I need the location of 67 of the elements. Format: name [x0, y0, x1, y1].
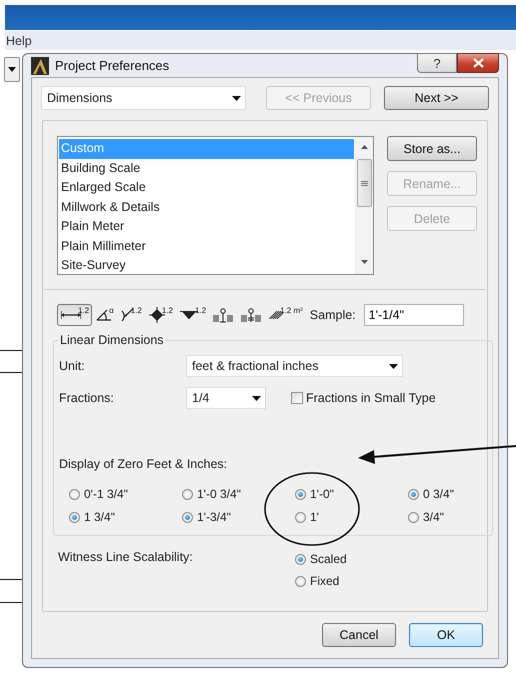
zero-display-label: Display of Zero Feet & Inches: — [59, 457, 228, 471]
group-title: Linear Dimensions — [58, 333, 166, 347]
fractions-label: Fractions: — [59, 391, 115, 405]
radio-label: 0'-1 3/4" — [84, 487, 128, 501]
radio-button[interactable] — [69, 488, 80, 500]
list-item[interactable]: Plain Meter — [59, 217, 354, 236]
sample-label: Sample: — [310, 308, 356, 322]
scroll-down-icon[interactable] — [361, 260, 368, 264]
checkbox[interactable] — [291, 392, 303, 404]
close-icon — [472, 58, 484, 68]
radio-label: Scaled — [310, 552, 347, 566]
radio-button[interactable] — [295, 576, 306, 586]
radio-button[interactable] — [69, 512, 80, 522]
radio-button[interactable] — [408, 488, 419, 500]
preset-button[interactable]: Store as... — [387, 136, 477, 161]
caret-icon — [8, 67, 16, 72]
dimension-type-icon — [96, 309, 112, 321]
caret-icon — [252, 396, 261, 400]
radio-button[interactable] — [182, 488, 193, 500]
list-item[interactable]: Site-Survey — [59, 256, 354, 276]
scroll-thumb[interactable] — [357, 159, 372, 207]
dialog-button[interactable]: Cancel — [322, 623, 396, 647]
caret-icon — [389, 364, 398, 368]
radio-label: 3/4" — [423, 510, 444, 524]
list-item[interactable]: Millwork & Details — [59, 198, 354, 217]
radio-button[interactable] — [182, 512, 193, 522]
list-item[interactable]: Plain Millimeter — [59, 236, 354, 256]
dimension-type-icon — [213, 308, 234, 322]
radio-button[interactable] — [295, 488, 306, 500]
dimension-type-icon — [241, 308, 262, 322]
radio-button[interactable] — [295, 512, 306, 522]
scroll-up-icon[interactable] — [361, 145, 368, 149]
caret-icon — [232, 96, 242, 100]
radio-button[interactable] — [408, 512, 419, 522]
radio-label: 1'-0 3/4" — [197, 487, 241, 501]
nav-button[interactable]: Next >> — [384, 86, 489, 110]
help-button[interactable]: ? — [417, 53, 457, 73]
dimension-type-button[interactable]: 1.2 — [176, 304, 210, 326]
dialog-button[interactable]: OK — [409, 623, 483, 647]
page-dropdown[interactable]: Dimensions — [41, 86, 246, 110]
radio-button[interactable] — [295, 554, 306, 564]
witness-label: Witness Line Scalability: — [58, 550, 194, 566]
dropdown-button[interactable] — [4, 57, 20, 82]
dialog-title: Project Preferences — [55, 58, 170, 73]
radio-label: 1'-3/4" — [197, 510, 231, 524]
list-item[interactable]: Building Scale — [59, 158, 354, 178]
dimension-type-button[interactable]: 1.2 m² — [265, 304, 306, 326]
checkbox-label: Fractions in Small Type — [306, 391, 436, 405]
dimension-type-button[interactable]: α — [92, 304, 117, 326]
radio-label: 1 3/4" — [84, 510, 115, 524]
radio-label: 1'-0" — [310, 487, 334, 501]
fractions-dropdown[interactable]: 1/4 — [186, 387, 266, 409]
dimension-type-icon — [269, 311, 284, 319]
dimension-type-button[interactable]: 1.2 — [144, 304, 176, 326]
scrollbar[interactable] — [355, 137, 373, 274]
list-item[interactable]: Enlarged Scale — [59, 178, 354, 198]
unit-dropdown[interactable]: feet & fractional inches — [186, 355, 403, 377]
radio-label: 1' — [310, 510, 319, 524]
radio-label: Fixed — [310, 574, 340, 588]
app-logo-icon — [31, 56, 49, 74]
radio-label: 0 3/4" — [423, 487, 454, 501]
sample-field[interactable]: 1'-1/4" — [364, 304, 464, 326]
menu-item[interactable]: Help — [5, 34, 33, 48]
dimension-type-button[interactable]: 1.2 — [57, 304, 92, 326]
dimension-type-button[interactable]: 1.2 — [116, 304, 145, 326]
unit-label: Unit: — [59, 359, 86, 373]
close-button[interactable] — [457, 53, 499, 73]
